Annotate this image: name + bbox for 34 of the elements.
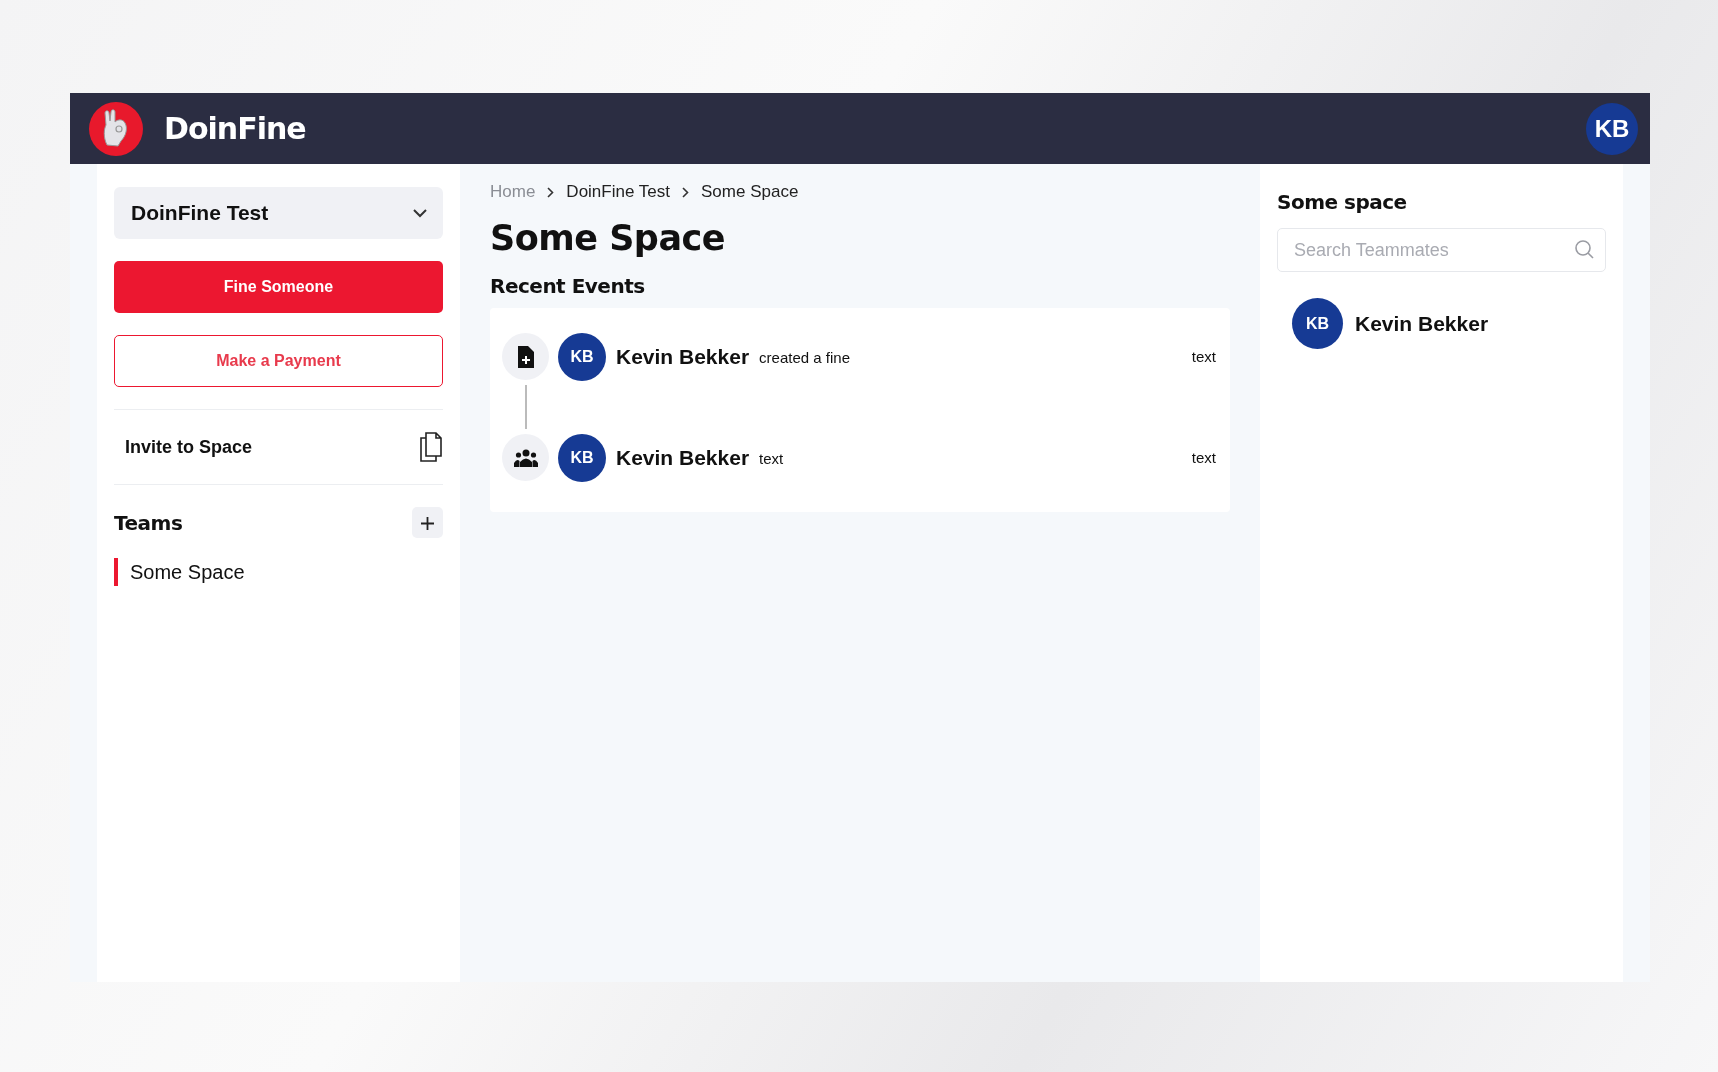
panel-title: Some space bbox=[1277, 190, 1408, 214]
user-avatar[interactable]: KB bbox=[1586, 102, 1638, 155]
team-item[interactable]: Some Space bbox=[114, 558, 443, 586]
fine-button[interactable]: Fine Someone bbox=[114, 261, 443, 313]
hand-logo-icon bbox=[88, 100, 144, 157]
brand-name: DoinFine bbox=[164, 111, 306, 146]
chevron-down-icon bbox=[413, 208, 427, 218]
page-title: Some Space bbox=[490, 218, 726, 258]
search-field[interactable]: Search Teammates bbox=[1277, 228, 1606, 272]
breadcrumb-link[interactable]: DoinFine Test bbox=[566, 182, 670, 202]
event-time: text bbox=[1191, 348, 1216, 365]
user-avatar: KB bbox=[558, 433, 606, 482]
event-action: text bbox=[759, 450, 784, 467]
event-time: text bbox=[1191, 449, 1216, 466]
space-dropdown[interactable]: DoinFine Test bbox=[114, 187, 443, 239]
member-avatar: KB bbox=[1292, 298, 1343, 349]
copy-icon[interactable] bbox=[420, 432, 442, 462]
event-action: created a fine bbox=[759, 349, 850, 366]
invite-label[interactable]: Invite to Space bbox=[125, 436, 253, 458]
chevron-right-icon bbox=[547, 186, 555, 198]
people-icon bbox=[513, 448, 538, 467]
add-team-button[interactable] bbox=[412, 507, 443, 538]
plus-icon bbox=[421, 516, 434, 530]
teams-heading: Teams bbox=[114, 510, 183, 535]
section-heading: Recent Events bbox=[490, 274, 646, 298]
breadcrumb-link[interactable]: Some Space bbox=[701, 182, 799, 202]
file-plus-icon bbox=[516, 345, 535, 368]
payment-button[interactable]: Make a Payment bbox=[114, 335, 443, 387]
chevron-right-icon bbox=[682, 186, 689, 198]
member-name[interactable]: Kevin Bekker bbox=[1355, 311, 1489, 336]
user-avatar: KB bbox=[558, 332, 606, 381]
search-icon bbox=[1575, 240, 1594, 259]
user-name[interactable]: Kevin Bekker bbox=[616, 344, 750, 369]
user-name[interactable]: Kevin Bekker bbox=[616, 445, 750, 470]
